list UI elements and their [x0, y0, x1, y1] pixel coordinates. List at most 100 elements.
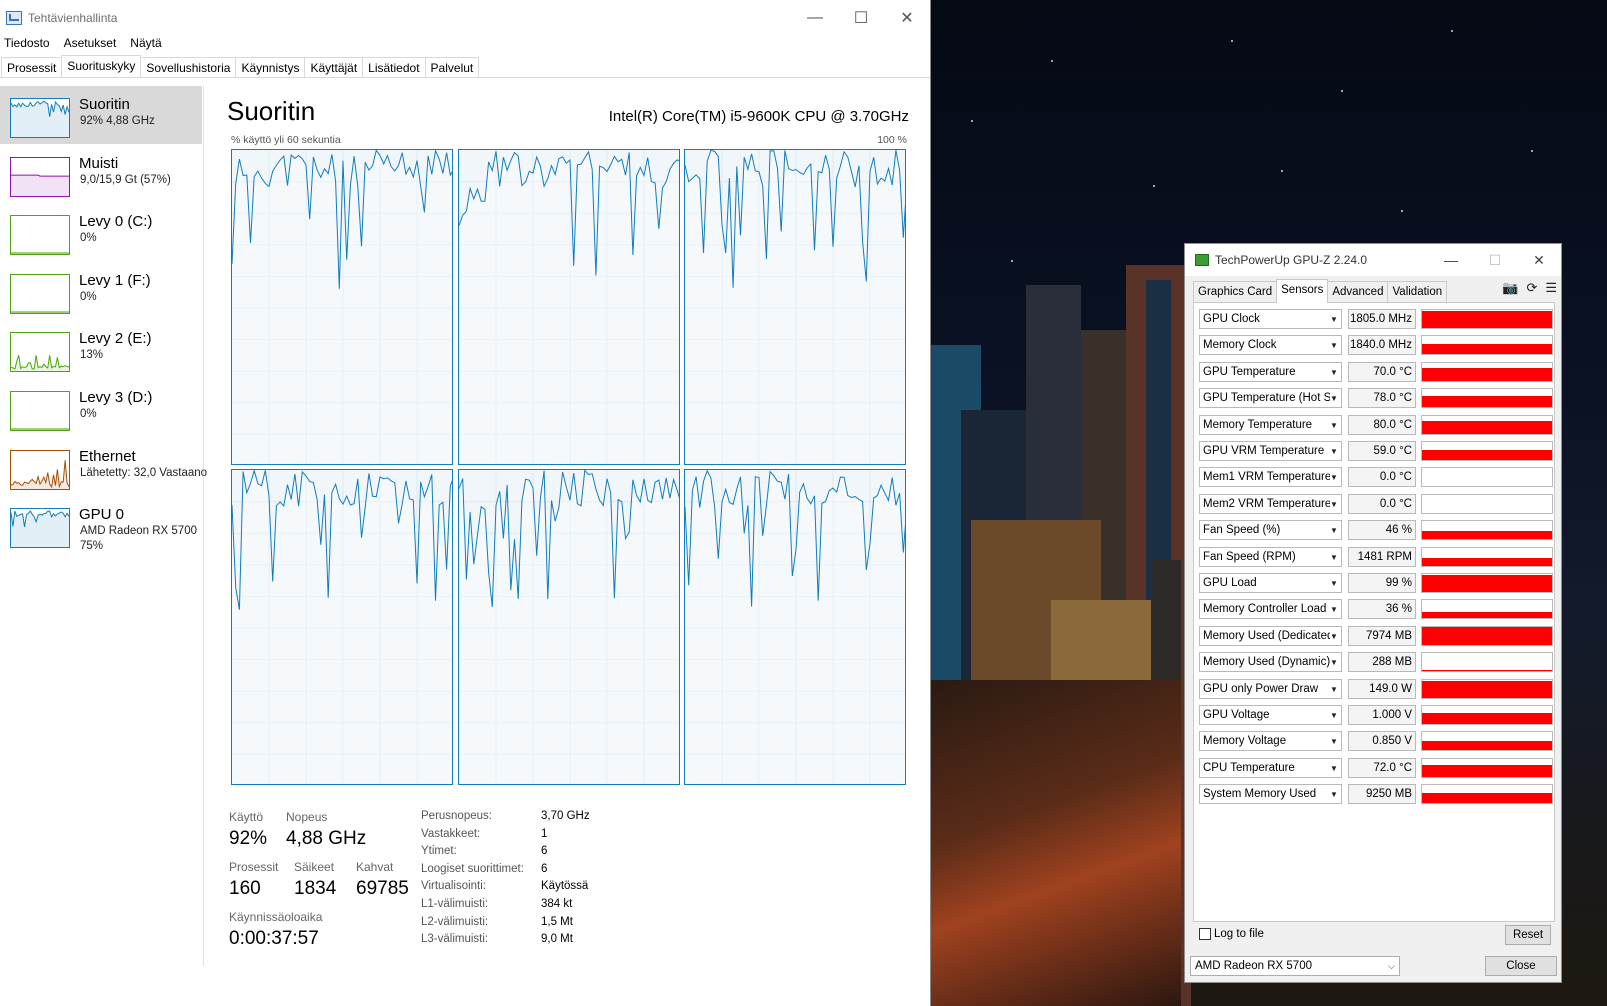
- dropdown-arrow-icon[interactable]: ▼: [1330, 521, 1341, 540]
- sensor-name-dropdown[interactable]: Mem2 VRM Temperature ▼: [1199, 493, 1342, 514]
- sidebar-item-levy-0-c[interactable]: Levy 0 (C:) 0%: [0, 203, 202, 261]
- uptime-label: Käynnissäoloaika: [229, 910, 323, 924]
- log-to-file-checkbox[interactable]: Log to file: [1199, 928, 1264, 940]
- dropdown-arrow-icon[interactable]: ▼: [1330, 415, 1341, 434]
- sensor-name: Fan Speed (%): [1203, 524, 1281, 537]
- sensor-graph-fill: [1422, 368, 1552, 381]
- gpuz-close-button[interactable]: ✕: [1517, 244, 1561, 276]
- sensor-name-dropdown[interactable]: System Memory Used ▼: [1199, 784, 1342, 805]
- dropdown-arrow-icon[interactable]: ▼: [1330, 706, 1341, 724]
- sensor-row: Fan Speed (RPM) ▼ 1481 RPM: [1199, 546, 1553, 567]
- sensor-name-dropdown[interactable]: GPU Clock ▼: [1199, 309, 1342, 329]
- close-app-button[interactable]: Close: [1485, 956, 1557, 976]
- tab-services[interactable]: Palvelut: [424, 57, 480, 77]
- sensor-name-dropdown[interactable]: Memory Temperature ▼: [1199, 414, 1342, 435]
- sensor-value: 0.0 °C: [1348, 467, 1416, 488]
- property-value: Käytössä: [541, 880, 589, 893]
- sidebar-item-muisti[interactable]: Muisti 9,0/15,9 Gt (57%): [0, 145, 202, 203]
- minimize-button[interactable]: —: [792, 0, 838, 36]
- sidebar-item-levy-2-e[interactable]: Levy 2 (E:) 13%: [0, 320, 202, 378]
- sidebar-item-ethernet[interactable]: Ethernet Lähetetty: 32,0 Vastaano: [0, 438, 207, 496]
- thumbnail-area: [11, 174, 69, 196]
- dropdown-arrow-icon[interactable]: ▼: [1330, 626, 1341, 645]
- tab-performance[interactable]: Suorituskyky: [61, 55, 142, 77]
- sensor-name-dropdown[interactable]: GPU VRM Temperature ▼: [1199, 441, 1342, 461]
- sensor-graph: [1421, 546, 1553, 567]
- dropdown-arrow-icon[interactable]: ▼: [1330, 547, 1341, 566]
- star: [1401, 210, 1403, 212]
- sidebar-item-suoritin[interactable]: Suoritin 92% 4,88 GHz: [0, 86, 202, 144]
- sensor-row: Memory Used (Dedicated) ▼ 7974 MB: [1199, 625, 1553, 646]
- tab-processes[interactable]: Prosessit: [1, 57, 63, 77]
- refresh-icon[interactable]: ⟳: [1526, 280, 1537, 296]
- gpu-device-select[interactable]: AMD Radeon RX 5700 ⌵: [1190, 956, 1400, 976]
- menu-file[interactable]: Tiedosto: [4, 36, 50, 52]
- tab-validation[interactable]: Validation: [1387, 281, 1448, 303]
- sensor-graph-fill: [1422, 741, 1552, 751]
- tab-details[interactable]: Lisätiedot: [362, 57, 426, 77]
- dropdown-arrow-icon[interactable]: ▼: [1330, 442, 1341, 460]
- menu-icon[interactable]: ☰: [1545, 280, 1557, 296]
- tab-startup[interactable]: Käynnistys: [235, 57, 306, 77]
- tab-sensors[interactable]: Sensors: [1276, 279, 1329, 303]
- dropdown-arrow-icon[interactable]: ▼: [1330, 336, 1341, 355]
- camera-icon[interactable]: 📷: [1502, 280, 1518, 296]
- property-value: 384 kt: [541, 898, 573, 910]
- dropdown-arrow-icon[interactable]: ▼: [1330, 679, 1341, 698]
- gpuz-minimize-button[interactable]: —: [1429, 244, 1473, 276]
- tab-users[interactable]: Käyttäjät: [304, 57, 364, 77]
- sensor-name: Memory Voltage: [1203, 735, 1287, 748]
- sensor-name-dropdown[interactable]: GPU Load ▼: [1199, 573, 1342, 593]
- window-title: Tehtävienhallinta: [28, 11, 118, 25]
- dropdown-arrow-icon[interactable]: ▼: [1330, 574, 1341, 592]
- sidebar-item-gpu-0[interactable]: GPU 0 AMD Radeon RX 5700 75%: [0, 496, 202, 554]
- gpuz-titlebar[interactable]: TechPowerUp GPU-Z 2.24.0 — ☐ ✕: [1185, 244, 1561, 276]
- tab-app-history[interactable]: Sovellushistoria: [140, 57, 237, 77]
- dropdown-arrow-icon[interactable]: ▼: [1330, 758, 1341, 777]
- sensor-name-dropdown[interactable]: GPU Temperature (Hot Spot) ▼: [1199, 388, 1342, 409]
- sidebar-item-usage: 75%: [80, 540, 104, 553]
- sensor-name-dropdown[interactable]: Memory Used (Dedicated) ▼: [1199, 625, 1342, 646]
- dropdown-arrow-icon[interactable]: ▼: [1330, 653, 1341, 672]
- close-button[interactable]: ✕: [884, 0, 930, 36]
- sensor-name-dropdown[interactable]: GPU Temperature ▼: [1199, 361, 1342, 382]
- sensor-name: GPU only Power Draw: [1203, 682, 1319, 695]
- sidebar-item-levy-1-f[interactable]: Levy 1 (F:) 0%: [0, 262, 202, 320]
- dropdown-arrow-icon[interactable]: ▼: [1330, 494, 1341, 513]
- sensor-graph: [1421, 757, 1553, 778]
- checkbox-box[interactable]: [1199, 928, 1211, 940]
- dropdown-arrow-icon[interactable]: ▼: [1330, 389, 1341, 408]
- sidebar-item-label: Ethernet: [79, 447, 136, 465]
- star: [1451, 30, 1453, 32]
- sensor-name-dropdown[interactable]: Fan Speed (RPM) ▼: [1199, 546, 1342, 567]
- sensor-name: GPU VRM Temperature: [1203, 445, 1325, 457]
- sensor-name-dropdown[interactable]: CPU Temperature ▼: [1199, 757, 1342, 778]
- sidebar-item-levy-3-d[interactable]: Levy 3 (D:) 0%: [0, 379, 202, 437]
- menu-view[interactable]: Näytä: [130, 36, 161, 52]
- sensor-name-dropdown[interactable]: GPU only Power Draw ▼: [1199, 678, 1342, 699]
- sensor-name-dropdown[interactable]: Mem1 VRM Temperature ▼: [1199, 467, 1342, 488]
- tab-graphics-card[interactable]: Graphics Card: [1193, 281, 1278, 303]
- sensor-name-dropdown[interactable]: Memory Controller Load ▼: [1199, 599, 1342, 620]
- sensor-name-dropdown[interactable]: Memory Used (Dynamic) ▼: [1199, 652, 1342, 673]
- sensor-name-dropdown[interactable]: Fan Speed (%) ▼: [1199, 520, 1342, 541]
- dropdown-arrow-icon[interactable]: ▼: [1330, 362, 1341, 381]
- sensor-graph: [1421, 388, 1553, 409]
- cpu-core-graph: [231, 149, 453, 465]
- dropdown-arrow-icon[interactable]: ▼: [1330, 310, 1341, 328]
- maximize-button[interactable]: ☐: [838, 0, 884, 36]
- dropdown-arrow-icon[interactable]: ▼: [1330, 785, 1341, 804]
- dropdown-arrow-icon[interactable]: ▼: [1330, 600, 1341, 619]
- sensor-graph: [1421, 414, 1553, 435]
- sensor-name-dropdown[interactable]: GPU Voltage ▼: [1199, 705, 1342, 725]
- menu-options[interactable]: Asetukset: [64, 36, 117, 52]
- dropdown-arrow-icon[interactable]: ▼: [1330, 732, 1341, 751]
- sensor-name-dropdown[interactable]: Memory Clock ▼: [1199, 335, 1342, 356]
- thumbnail-area: [11, 511, 69, 548]
- sensor-name-dropdown[interactable]: Memory Voltage ▼: [1199, 731, 1342, 752]
- dropdown-arrow-icon[interactable]: ▼: [1330, 468, 1341, 487]
- gpuz-toolbar: 📷 ⟳ ☰: [1502, 280, 1557, 296]
- task-manager-titlebar[interactable]: Tehtävienhallinta — ☐ ✕: [0, 0, 930, 36]
- tab-advanced[interactable]: Advanced: [1327, 281, 1389, 303]
- reset-button[interactable]: Reset: [1505, 925, 1551, 945]
